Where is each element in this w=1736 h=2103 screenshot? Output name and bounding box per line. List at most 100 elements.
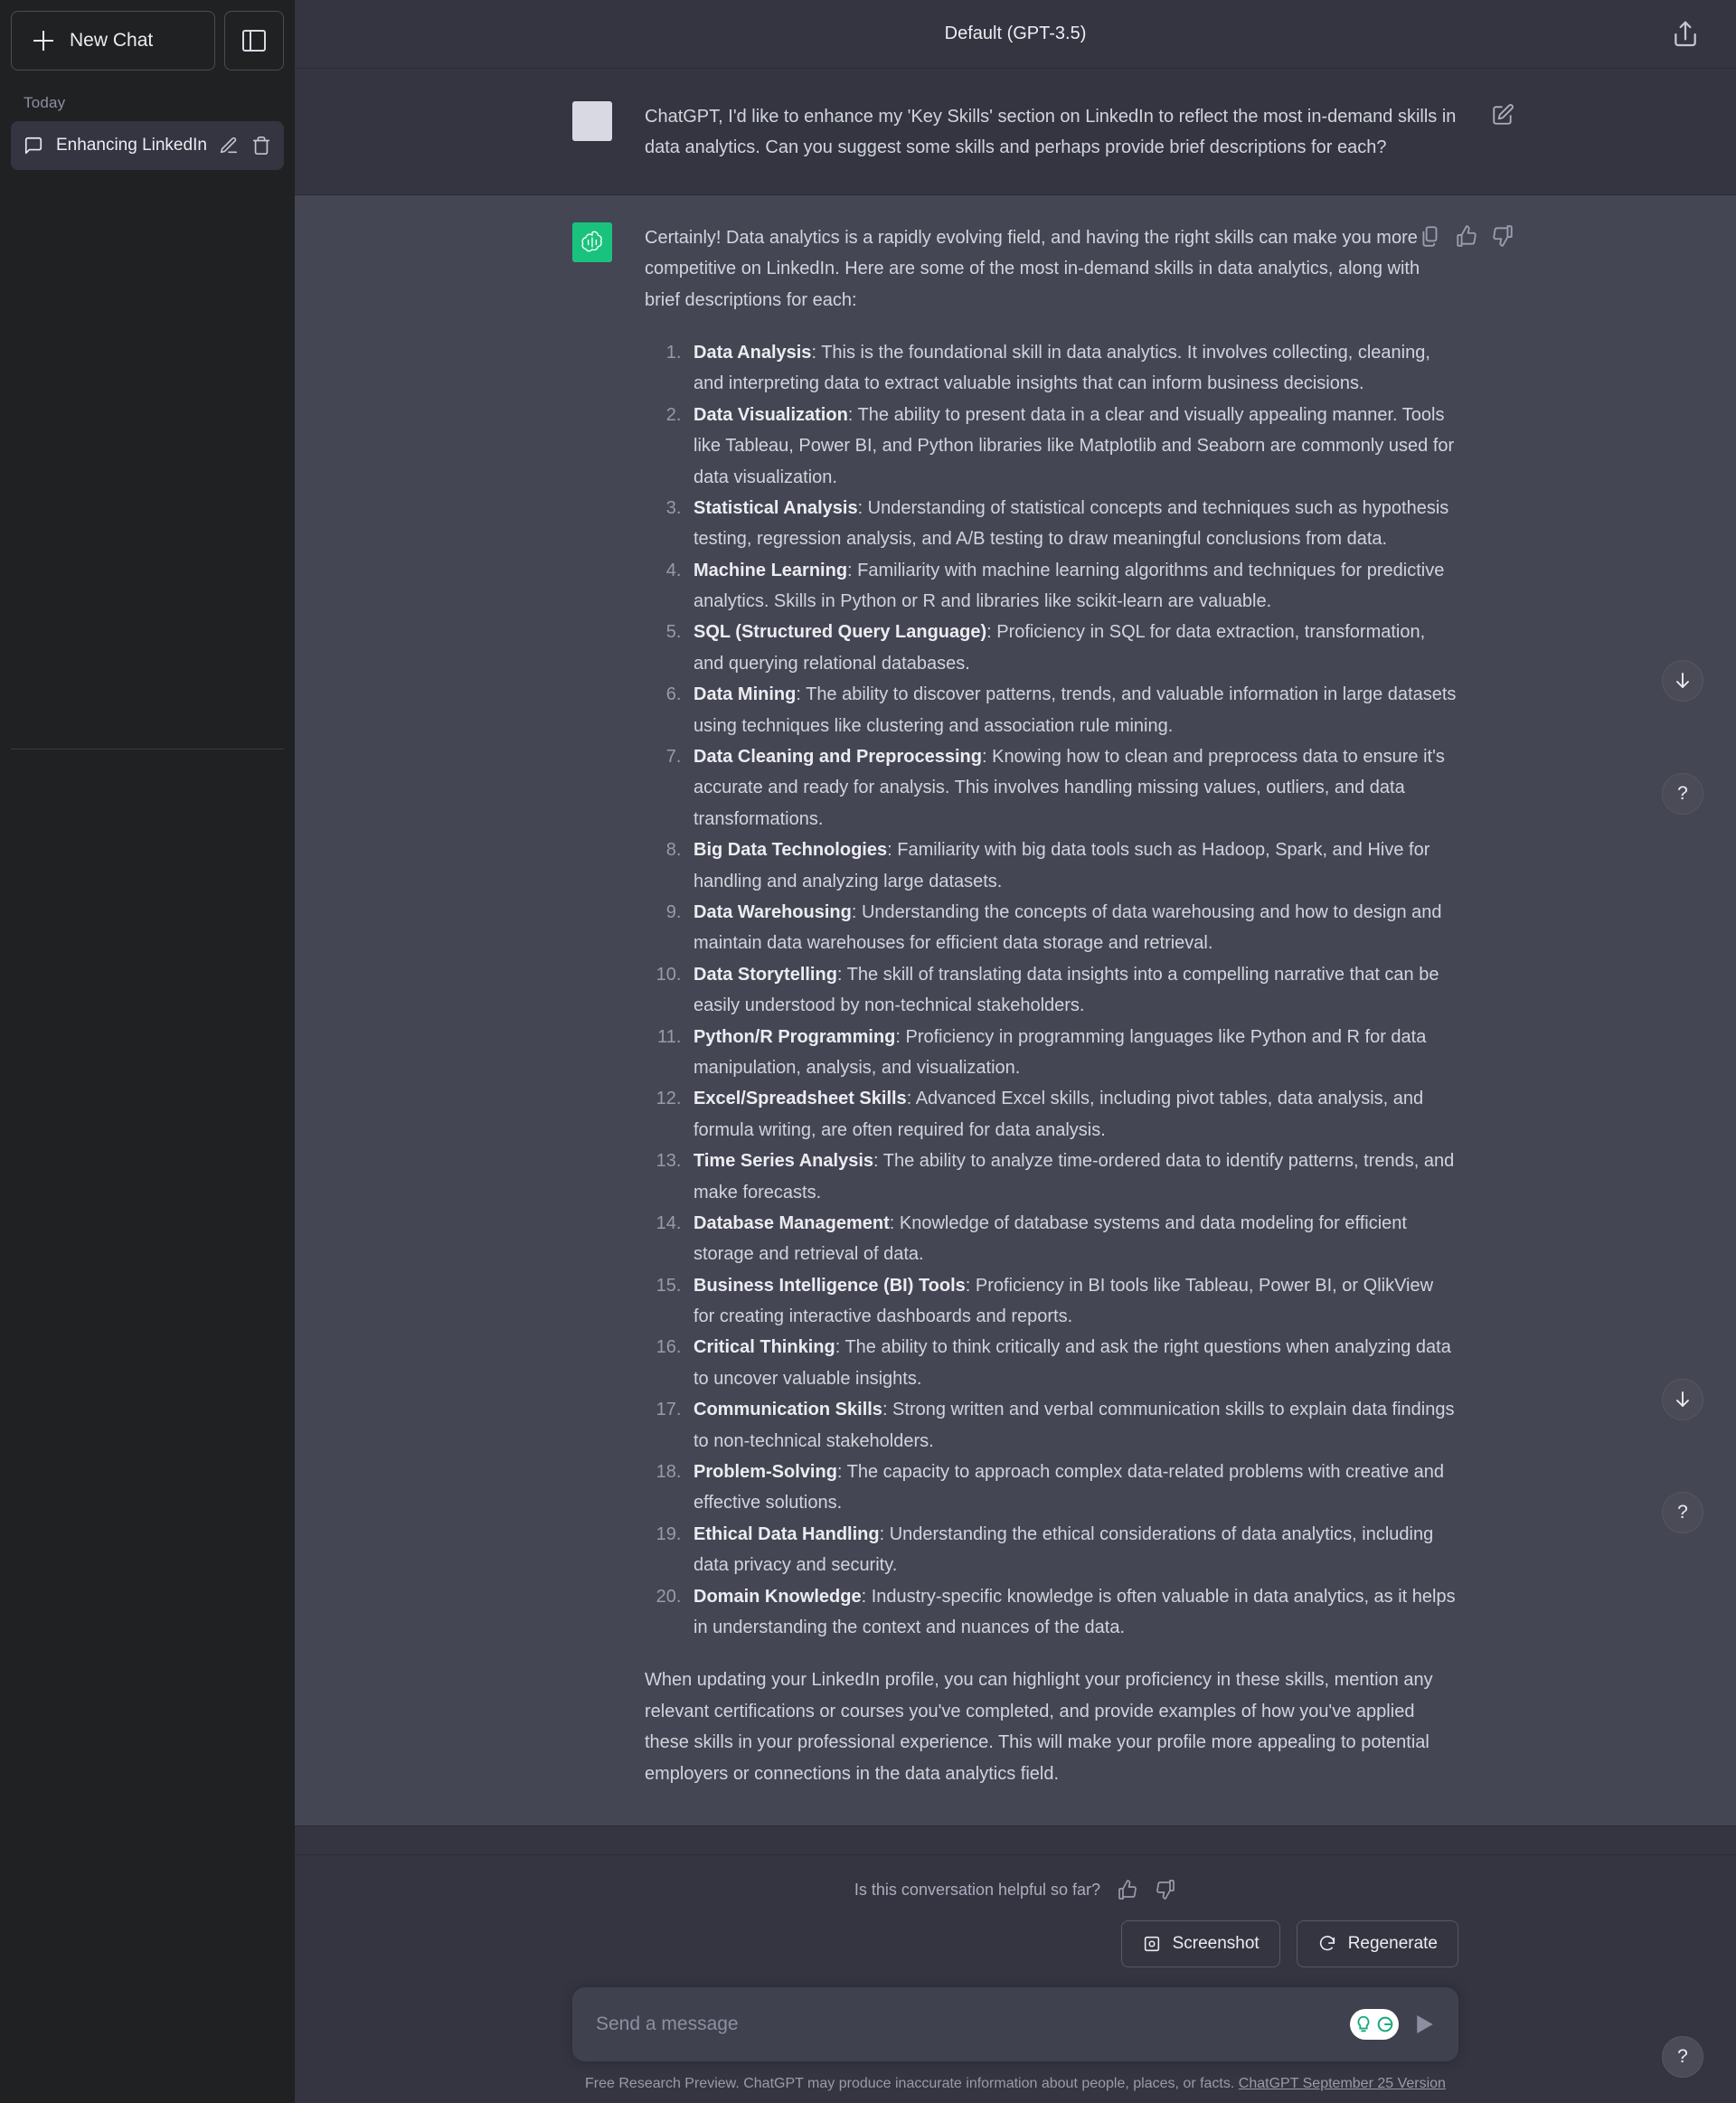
thumbs-down-icon[interactable]: [1491, 224, 1514, 248]
skill-list-item: Database Management: Knowledge of databa…: [686, 1208, 1458, 1270]
action-button-row: Screenshot Regenerate: [572, 1906, 1458, 1987]
help-button-middle[interactable]: ?: [1662, 1492, 1703, 1533]
version-link[interactable]: ChatGPT September 25 Version: [1239, 2076, 1446, 2091]
skill-list-item: Big Data Technologies: Familiarity with …: [686, 835, 1458, 897]
skill-name: Problem-Solving: [693, 1462, 837, 1483]
skill-name: Time Series Analysis: [693, 1151, 874, 1172]
helpful-question: Is this conversation helpful so far?: [854, 1880, 1101, 1899]
sidebar-item-chat[interactable]: Enhancing LinkedIn D: [11, 121, 284, 170]
composer: [572, 1987, 1458, 2061]
help-label: ?: [1677, 783, 1688, 804]
regenerate-label: Regenerate: [1347, 1934, 1438, 1953]
help-label-2: ?: [1677, 1502, 1688, 1523]
skill-name: Data Mining: [693, 684, 797, 705]
sidebar: New Chat Today Enhancing LinkedIn D: [0, 0, 295, 2103]
grammarly-icon[interactable]: [1350, 2009, 1399, 2040]
skill-list-item: Time Series Analysis: The ability to ana…: [686, 1146, 1458, 1208]
collapse-sidebar-button[interactable]: [224, 11, 284, 71]
feedback-thumbs-up-icon[interactable]: [1117, 1879, 1138, 1900]
share-icon[interactable]: [1671, 20, 1700, 49]
panel-left-icon: [242, 30, 266, 52]
help-label-3: ?: [1677, 2046, 1688, 2067]
helpful-feedback-row: Is this conversation helpful so far?: [572, 1855, 1458, 1906]
model-label: Default (GPT-3.5): [944, 24, 1087, 43]
skill-list-item: Data Cleaning and Preprocessing: Knowing…: [686, 741, 1458, 835]
new-chat-label: New Chat: [70, 30, 154, 51]
skill-name: Ethical Data Handling: [693, 1523, 880, 1544]
chat-title: Enhancing LinkedIn D: [56, 136, 206, 155]
skill-name: Data Cleaning and Preprocessing: [693, 747, 982, 768]
user-turn-inner: ChatGPT, I'd like to enhance my 'Key Ski…: [572, 69, 1514, 194]
feedback-thumbs-down-icon[interactable]: [1155, 1879, 1176, 1900]
skill-list-item: Statistical Analysis: Understanding of s…: [686, 493, 1458, 555]
composer-wrapper: Free Research Preview. ChatGPT may produ…: [572, 1987, 1458, 2092]
skill-list-item: Data Visualization: The ability to prese…: [686, 400, 1458, 493]
send-icon[interactable]: [1411, 2011, 1439, 2038]
skill-name: Data Visualization: [693, 404, 848, 425]
assistant-avatar: [572, 222, 612, 262]
skill-list-item: Machine Learning: Familiarity with machi…: [686, 555, 1458, 618]
skill-name: Big Data Technologies: [693, 840, 888, 861]
skill-list-item: Excel/Spreadsheet Skills: Advanced Excel…: [686, 1083, 1458, 1146]
screenshot-label: Screenshot: [1172, 1934, 1260, 1953]
main-panel: Default (GPT-3.5) ChatGPT, I'd like to e…: [295, 0, 1736, 2103]
sidebar-top-row: New Chat: [11, 11, 284, 71]
trash-icon[interactable]: [251, 136, 271, 156]
skill-description: : The ability to discover patterns, tren…: [693, 684, 1457, 736]
assistant-turn: Certainly! Data analytics is a rapidly e…: [295, 193, 1736, 1826]
skill-list-item: Business Intelligence (BI) Tools: Profic…: [686, 1270, 1458, 1333]
regenerate-button[interactable]: Regenerate: [1296, 1920, 1458, 1967]
skill-name: Statistical Analysis: [693, 497, 858, 518]
skill-list-item: Domain Knowledge: Industry-specific know…: [686, 1581, 1458, 1644]
sidebar-group-label: Today: [24, 94, 66, 111]
skill-list-item: Data Mining: The ability to discover pat…: [686, 679, 1458, 741]
skill-name: Data Storytelling: [693, 964, 837, 985]
user-avatar: [572, 101, 612, 141]
copy-icon[interactable]: [1419, 224, 1442, 248]
chatgpt-app: New Chat Today Enhancing LinkedIn D Defa…: [0, 0, 1736, 2103]
skill-name: Domain Knowledge: [693, 1586, 862, 1607]
skill-list-item: Problem-Solving: The capacity to approac…: [686, 1457, 1458, 1519]
skill-list-item: Ethical Data Handling: Understanding the…: [686, 1519, 1458, 1581]
skill-name: Business Intelligence (BI) Tools: [693, 1275, 966, 1296]
assistant-intro: Certainly! Data analytics is a rapidly e…: [645, 227, 1420, 310]
sidebar-divider: [11, 749, 284, 750]
help-button-bottom[interactable]: ?: [1662, 2036, 1703, 2078]
disclaimer-text: Free Research Preview. ChatGPT may produ…: [585, 2076, 1235, 2091]
assistant-message: Certainly! Data analytics is a rapidly e…: [645, 222, 1458, 1789]
disclaimer: Free Research Preview. ChatGPT may produ…: [572, 2061, 1458, 2092]
thumbs-up-icon[interactable]: [1455, 224, 1478, 248]
assistant-turn-inner: Certainly! Data analytics is a rapidly e…: [572, 195, 1513, 1825]
skill-list-item: Data Analysis: This is the foundational …: [686, 337, 1458, 400]
help-button-top[interactable]: ?: [1662, 773, 1703, 815]
message-input[interactable]: [596, 2013, 1337, 2035]
skill-list-item: Python/R Programming: Proficiency in pro…: [686, 1022, 1458, 1084]
skills-list: Data Analysis: This is the foundational …: [645, 337, 1458, 1643]
skill-name: Data Warehousing: [693, 901, 852, 922]
assistant-closing: When updating your LinkedIn profile, you…: [645, 1670, 1433, 1784]
conversation-thread: ChatGPT, I'd like to enhance my 'Key Ski…: [295, 69, 1736, 1854]
screenshot-button[interactable]: Screenshot: [1120, 1920, 1280, 1967]
edit-icon[interactable]: [219, 136, 239, 156]
skill-name: Data Analysis: [693, 342, 812, 363]
skill-list-item: Data Storytelling: The skill of translat…: [686, 959, 1458, 1022]
skill-name: Python/R Programming: [693, 1026, 896, 1047]
skill-name: Communication Skills: [693, 1400, 882, 1420]
scroll-down-button-top[interactable]: [1662, 660, 1703, 702]
user-message-text: ChatGPT, I'd like to enhance my 'Key Ski…: [645, 107, 1457, 158]
new-chat-button[interactable]: New Chat: [11, 11, 215, 71]
skill-name: Critical Thinking: [693, 1337, 835, 1358]
plus-icon: [33, 31, 53, 51]
top-bar: Default (GPT-3.5): [295, 0, 1736, 69]
skill-list-item: Data Warehousing: Understanding the conc…: [686, 897, 1458, 959]
user-turn-actions: [1491, 103, 1514, 127]
skill-list-item: SQL (Structured Query Language): Profici…: [686, 617, 1458, 679]
skill-name: Database Management: [693, 1212, 890, 1233]
message-bubble-icon: [24, 136, 43, 156]
edit-message-icon[interactable]: [1491, 103, 1514, 127]
assistant-turn-actions: [1419, 224, 1514, 248]
footer: Is this conversation helpful so far? Scr…: [295, 1854, 1736, 2103]
skill-name: Excel/Spreadsheet Skills: [693, 1089, 907, 1109]
scroll-down-button-bottom[interactable]: [1662, 1379, 1703, 1420]
skill-list-item: Communication Skills: Strong written and…: [686, 1394, 1458, 1457]
